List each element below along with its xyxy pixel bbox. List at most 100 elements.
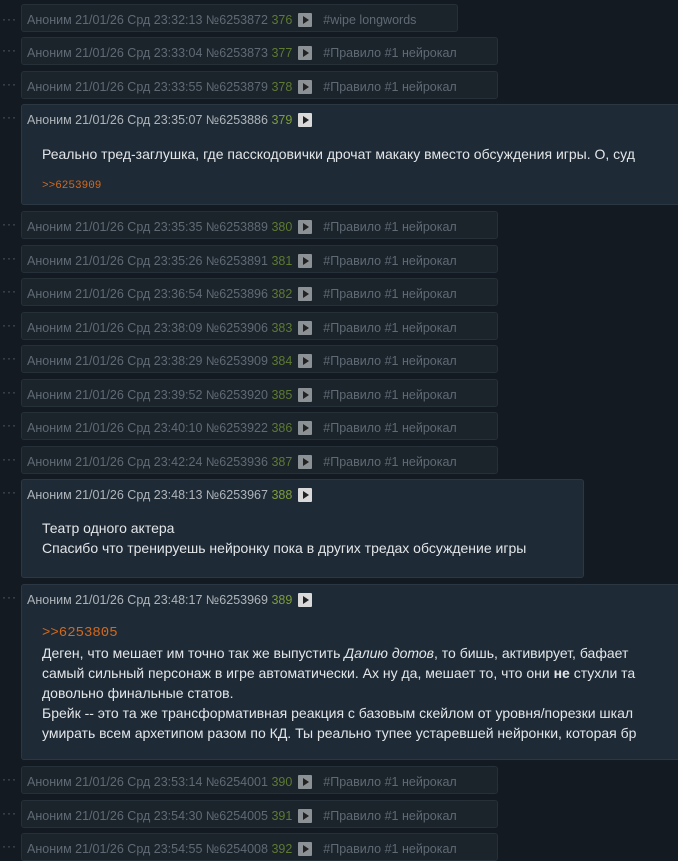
play-icon[interactable] — [297, 13, 312, 27]
post-author: Аноним — [27, 388, 72, 402]
post-text-line: Брейк -- это та же трансформативная реак… — [42, 705, 634, 721]
hidden-reason: #Правило #1 нейрокал — [323, 254, 457, 268]
post-date: 21/01/26 Срд 23:35:26 — [75, 254, 203, 268]
post-author: Аноним — [27, 80, 72, 94]
post-header-box[interactable]: Аноним 21/01/26 Срд 23:33:04 №6253873 37… — [21, 37, 498, 65]
post-header-box[interactable]: Аноним 21/01/26 Срд 23:38:09 №6253906 38… — [21, 312, 498, 340]
post-author: Аноним — [27, 842, 72, 856]
play-icon[interactable] — [297, 593, 312, 607]
post-number: 390 — [271, 775, 293, 789]
post-id[interactable]: №6253872 — [206, 13, 268, 27]
post-header-box[interactable]: Аноним 21/01/26 Срд 23:39:52 №6253920 38… — [21, 379, 498, 407]
post-id[interactable]: №6253879 — [206, 80, 268, 94]
post-id[interactable]: №6253936 — [206, 455, 268, 469]
hidden-reason: #Правило #1 нейрокал — [323, 80, 457, 94]
post-id[interactable]: №6253906 — [206, 321, 268, 335]
post-menu-icon[interactable]: ··· — [2, 773, 18, 785]
post-menu-icon[interactable]: ··· — [2, 252, 18, 264]
play-icon[interactable] — [297, 775, 312, 789]
hidden-reason: #Правило #1 нейрокал — [323, 809, 457, 823]
post-header-box[interactable]: Аноним 21/01/26 Срд 23:54:30 №6254005 39… — [21, 800, 498, 828]
play-icon[interactable] — [297, 80, 312, 94]
post-id[interactable]: №6253886 — [206, 113, 268, 127]
play-icon[interactable] — [297, 421, 312, 435]
post-author: Аноним — [27, 809, 72, 823]
post-text-line: довольно финальные статов. — [42, 685, 234, 701]
play-icon[interactable] — [297, 287, 312, 301]
post-header-box[interactable]: Аноним 21/01/26 Срд 23:35:26 №6253891 38… — [21, 245, 498, 273]
post-date: 21/01/26 Срд 23:33:04 — [75, 46, 203, 60]
post-date: 21/01/26 Срд 23:53:14 — [75, 775, 203, 789]
post-header-box[interactable]: Аноним 21/01/26 Срд 23:33:55 №6253879 37… — [21, 71, 498, 99]
post-menu-icon[interactable]: ··· — [2, 807, 18, 819]
reply-link[interactable]: >>6253805 — [42, 623, 118, 643]
post-header-box[interactable]: Аноним 21/01/26 Срд 23:40:10 №6253922 38… — [21, 412, 498, 440]
post-id[interactable]: №6253891 — [206, 254, 268, 268]
post-box: Аноним 21/01/26 Срд 23:48:17 №6253969 38… — [21, 584, 678, 760]
post-id[interactable]: №6253896 — [206, 287, 268, 301]
post-id[interactable]: №6253909 — [206, 354, 268, 368]
hidden-reason: #Правило #1 нейрокал — [323, 354, 457, 368]
play-icon[interactable] — [297, 842, 312, 856]
post-header-box[interactable]: Аноним 21/01/26 Срд 23:38:29 №6253909 38… — [21, 345, 498, 373]
post-author: Аноним — [27, 113, 72, 127]
play-icon[interactable] — [297, 46, 312, 60]
post-id[interactable]: №6253873 — [206, 46, 268, 60]
play-icon[interactable] — [297, 254, 312, 268]
post-menu-icon[interactable]: ··· — [2, 453, 18, 465]
post-text-line: Деген, что мешает им точно так же выпуст… — [42, 645, 629, 661]
play-icon[interactable] — [297, 809, 312, 823]
post-menu-icon[interactable]: ··· — [2, 44, 18, 56]
post-menu-icon[interactable]: ··· — [2, 840, 18, 852]
post-date: 21/01/26 Срд 23:35:07 — [75, 113, 203, 127]
play-icon[interactable] — [297, 220, 312, 234]
post-menu-icon[interactable]: ··· — [2, 486, 18, 498]
post-id[interactable]: №6254001 — [206, 775, 268, 789]
post-menu-icon[interactable]: ··· — [2, 352, 18, 364]
play-icon[interactable] — [297, 354, 312, 368]
post-menu-icon[interactable]: ··· — [2, 218, 18, 230]
post-id[interactable]: №6254005 — [206, 809, 268, 823]
post-author: Аноним — [27, 46, 72, 60]
post-id[interactable]: №6254008 — [206, 842, 268, 856]
play-icon[interactable] — [297, 455, 312, 469]
post-menu-icon[interactable]: ··· — [2, 591, 18, 603]
post-author: Аноним — [27, 220, 72, 234]
post-menu-icon[interactable]: ··· — [2, 111, 18, 123]
play-icon[interactable] — [297, 488, 312, 502]
post-menu-icon[interactable]: ··· — [2, 13, 18, 25]
post-id[interactable]: №6253889 — [206, 220, 268, 234]
reply-link[interactable]: >>6253909 — [42, 176, 101, 196]
post-text-line: умирать всем архетипом разом по КД. Ты р… — [42, 725, 637, 741]
post-number: 380 — [271, 220, 293, 234]
post-number: 381 — [271, 254, 293, 268]
hidden-reason: #wipe longwords — [323, 13, 417, 27]
post-header-box[interactable]: Аноним 21/01/26 Срд 23:32:13 №6253872 37… — [21, 4, 458, 32]
post-header-box[interactable]: Аноним 21/01/26 Срд 23:35:35 №6253889 38… — [21, 211, 498, 239]
post-date: 21/01/26 Срд 23:35:35 — [75, 220, 203, 234]
post-author: Аноним — [27, 421, 72, 435]
post-menu-icon[interactable]: ··· — [2, 386, 18, 398]
post-id[interactable]: №6253922 — [206, 421, 268, 435]
post-menu-icon[interactable]: ··· — [2, 319, 18, 331]
post-header-box[interactable]: Аноним 21/01/26 Срд 23:53:14 №6254001 39… — [21, 766, 498, 794]
play-icon[interactable] — [297, 388, 312, 402]
post-id[interactable]: №6253920 — [206, 388, 268, 402]
post-menu-icon[interactable]: ··· — [2, 419, 18, 431]
post-author: Аноним — [27, 287, 72, 301]
post-header-box[interactable]: Аноним 21/01/26 Срд 23:36:54 №6253896 38… — [21, 278, 498, 306]
post-header-box[interactable]: Аноним 21/01/26 Срд 23:54:55 №6254008 39… — [21, 833, 498, 861]
post-header-box[interactable]: Аноним 21/01/26 Срд 23:42:24 №6253936 38… — [21, 446, 498, 474]
post-number: 383 — [271, 321, 293, 335]
post-menu-icon[interactable]: ··· — [2, 285, 18, 297]
post-box: Аноним 21/01/26 Срд 23:48:13 №6253967 38… — [21, 479, 584, 578]
post-id[interactable]: №6253969 — [206, 593, 268, 607]
post-text-line: самый сильный персонаж в игре автоматиче… — [42, 665, 636, 681]
play-icon[interactable] — [297, 321, 312, 335]
post-id[interactable]: №6253967 — [206, 488, 268, 502]
hidden-reason: #Правило #1 нейрокал — [323, 321, 457, 335]
post-author: Аноним — [27, 321, 72, 335]
hidden-reason: #Правило #1 нейрокал — [323, 46, 457, 60]
play-icon[interactable] — [297, 113, 312, 127]
post-menu-icon[interactable]: ··· — [2, 78, 18, 90]
